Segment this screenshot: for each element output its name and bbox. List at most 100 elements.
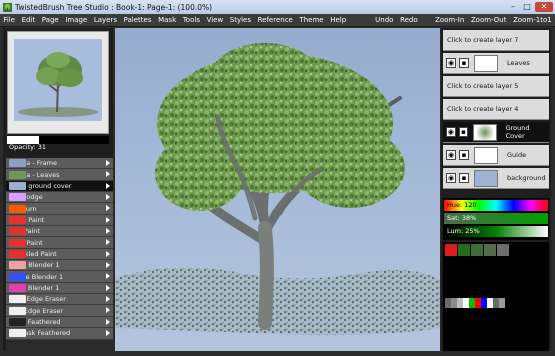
menu-view[interactable]: View: [203, 16, 226, 24]
eye-icon[interactable]: ◉: [446, 58, 456, 68]
menu-help[interactable]: Help: [327, 16, 350, 24]
app-icon: [3, 2, 12, 12]
brush-item[interactable]: Speckled Paint: [6, 248, 113, 261]
layer-label: Click to create layer 7: [447, 36, 519, 44]
brush-swatch-icon: [9, 181, 26, 190]
create-layer-slot[interactable]: Click to create layer 7: [443, 30, 549, 51]
color-palette: [443, 242, 549, 351]
menu-palettes[interactable]: Palettes: [120, 16, 154, 24]
layer-row[interactable]: ◉ ▪ Leaves: [443, 53, 549, 74]
submenu-arrow-icon[interactable]: [106, 182, 110, 189]
close-button[interactable]: ✕: [535, 2, 553, 12]
brush-item[interactable]: Pro Burn: [6, 203, 113, 215]
brush-item[interactable]: Mask Feathered: [6, 316, 113, 329]
brush-swatch-icon: [9, 295, 26, 304]
layer-label: Click to create layer 4: [447, 105, 519, 113]
zoom-in-button[interactable]: Zoom-In: [432, 16, 468, 24]
brush-swatch-icon: [9, 238, 26, 247]
menu-layers[interactable]: Layers: [91, 16, 121, 24]
brush-item[interactable]: Unmask Feathered: [6, 328, 113, 340]
menu-mask[interactable]: Mask: [155, 16, 180, 24]
brush-swatch-icon: [9, 306, 26, 315]
window-title: TwistedBrush Tree Studio : Book-1: Page-…: [15, 2, 213, 12]
submenu-arrow-icon[interactable]: [106, 239, 110, 246]
palette-swatch[interactable]: [458, 244, 470, 256]
brush-item[interactable]: Hard Paint: [6, 237, 113, 249]
create-layer-slot[interactable]: Click to create layer 5: [443, 76, 549, 97]
lock-icon[interactable]: ▪: [458, 127, 469, 137]
brush-item[interactable]: Acacia - Leaves: [6, 169, 113, 181]
submenu-arrow-icon[interactable]: [106, 273, 110, 280]
undo-button[interactable]: Undo: [372, 16, 397, 24]
redo-button[interactable]: Redo: [397, 16, 421, 24]
maximize-button[interactable]: □: [521, 2, 533, 12]
menu-edit[interactable]: Edit: [18, 16, 38, 24]
brush-item[interactable]: Basic Blender 1: [6, 260, 113, 272]
submenu-arrow-icon[interactable]: [106, 216, 110, 223]
layer-row[interactable]: ◉ ▪ Ground Cover: [443, 122, 549, 143]
luminance-slider[interactable]: Lum: 25%: [444, 226, 548, 237]
layer-row[interactable]: ◉ ▪ Guide: [443, 145, 549, 166]
layer-row[interactable]: ◉ ▪ background: [443, 168, 549, 189]
submenu-arrow-icon[interactable]: [106, 296, 110, 303]
brush-swatch-icon: [9, 215, 26, 224]
eye-icon[interactable]: ◉: [446, 173, 456, 183]
menu-tools[interactable]: Tools: [179, 16, 203, 24]
menu-theme[interactable]: Theme: [296, 16, 327, 24]
submenu-arrow-icon[interactable]: [106, 160, 110, 166]
brush-item[interactable]: Pro Dodge: [6, 192, 113, 204]
saturation-slider[interactable]: Sat: 38%: [444, 213, 548, 224]
submenu-arrow-icon[interactable]: [106, 205, 110, 212]
brush-swatch-icon: [9, 227, 26, 236]
color-picker: Hue: 120 Sat: 38% Lum: 25%: [443, 198, 549, 240]
brush-item[interactable]: Bristle Blender 1: [6, 271, 113, 283]
menu-page[interactable]: Page: [38, 16, 62, 24]
palette-swatch[interactable]: [484, 244, 496, 256]
lock-icon[interactable]: ▪: [459, 150, 469, 160]
brush-swatch-icon: [9, 204, 26, 213]
hue-label: Hue: 120: [447, 201, 477, 209]
submenu-arrow-icon[interactable]: [106, 194, 110, 201]
submenu-arrow-icon[interactable]: [106, 228, 110, 235]
submenu-arrow-icon[interactable]: [106, 330, 110, 337]
brush-item[interactable]: Soft Paint: [6, 226, 113, 238]
eye-icon[interactable]: ◉: [446, 150, 456, 160]
hue-slider[interactable]: Hue: 120: [444, 200, 548, 211]
menu-image[interactable]: Image: [62, 16, 91, 24]
lock-icon[interactable]: ▪: [459, 173, 469, 183]
brush-item[interactable]: Basic ground cover: [6, 180, 113, 193]
brush-swatch-icon: [9, 159, 26, 168]
submenu-arrow-icon[interactable]: [106, 171, 110, 178]
title-bar: TwistedBrush Tree Studio : Book-1: Page-…: [0, 0, 555, 14]
submenu-arrow-icon[interactable]: [106, 307, 110, 314]
layer-thumbnail: [473, 123, 497, 141]
lock-icon[interactable]: ▪: [459, 58, 469, 68]
menu-file[interactable]: File: [0, 16, 18, 24]
palette-swatch[interactable]: [445, 244, 457, 256]
submenu-arrow-icon[interactable]: [106, 318, 110, 325]
submenu-arrow-icon[interactable]: [106, 262, 110, 269]
brush-item[interactable]: Hard Edge Eraser: [6, 294, 113, 306]
brush-swatch-icon: [9, 329, 26, 338]
palette-swatch[interactable]: [497, 244, 509, 256]
layer-label: background: [507, 174, 546, 182]
page-preview[interactable]: [7, 31, 109, 134]
palette-swatch[interactable]: [471, 244, 483, 256]
submenu-arrow-icon[interactable]: [106, 250, 110, 257]
submenu-arrow-icon[interactable]: [106, 284, 110, 291]
menu-styles[interactable]: Styles: [226, 16, 254, 24]
zoom-out-button[interactable]: Zoom-Out: [468, 16, 510, 24]
brush-item[interactable]: Acacia - Frame: [6, 158, 113, 170]
menu-reference[interactable]: Reference: [254, 16, 296, 24]
layer-label: Ground Cover: [505, 124, 530, 140]
eye-icon[interactable]: ◉: [446, 127, 456, 137]
create-layer-slot[interactable]: Click to create layer 4: [443, 99, 549, 120]
drawing-canvas[interactable]: [115, 28, 440, 351]
app-window: TwistedBrush Tree Studio : Book-1: Page-…: [0, 0, 555, 356]
brush-item[interactable]: Basic Paint: [6, 214, 113, 227]
zoom-1to1-button[interactable]: Zoom-1to1: [510, 16, 555, 24]
minimize-button[interactable]: –: [507, 2, 519, 12]
palette-strip-swatch[interactable]: [499, 298, 505, 308]
brush-item[interactable]: Warp Blender 1: [6, 282, 113, 295]
brush-item[interactable]: Soft Edge Eraser: [6, 305, 113, 317]
